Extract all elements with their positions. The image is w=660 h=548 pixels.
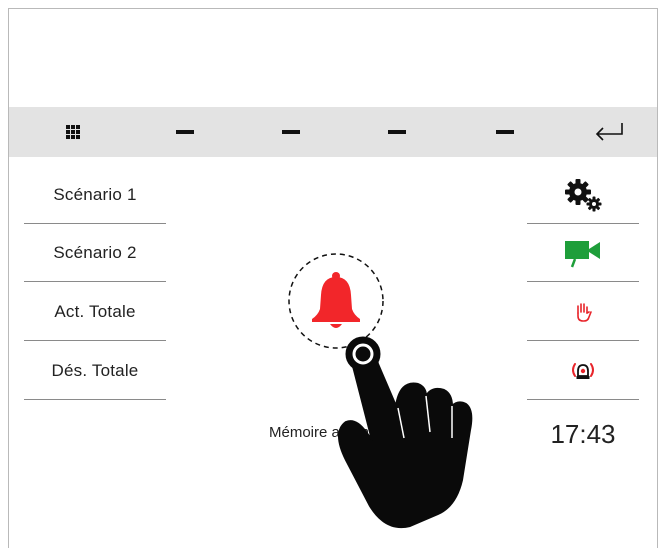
menu-item-label: Scénario 2 [53,242,137,262]
settings-button[interactable] [527,166,639,224]
stop-alarm-button[interactable] [527,283,639,341]
dash-icon [176,130,194,134]
siren-alarm-icon [572,362,594,379]
menu-item-label: Act. Totale [54,301,136,321]
back-button[interactable] [591,107,627,157]
menu-item-label: Scénario 1 [53,184,137,204]
total-activation-button[interactable]: Act. Totale [24,283,166,341]
toolbar-slot-1[interactable] [173,107,197,157]
menu-item-label: Dés. Totale [51,360,139,380]
scenario-2-button[interactable]: Scénario 2 [24,224,166,282]
clock: 17:43 [550,418,616,449]
top-toolbar [9,107,657,157]
toolbar-slot-4[interactable] [493,107,517,157]
grid-menu-button[interactable] [61,107,85,157]
return-arrow-icon [595,123,623,141]
siren-button[interactable] [527,342,639,400]
dash-icon [388,130,406,134]
pointing-hand-icon [338,336,473,528]
scenario-1-button[interactable]: Scénario 1 [24,166,166,224]
grid-icon [66,125,80,139]
settings-gears-icon [565,178,602,211]
toolbar-slot-3[interactable] [385,107,409,157]
total-deactivation-button[interactable]: Dés. Totale [24,342,166,400]
video-camera-icon [565,240,600,267]
dash-icon [282,130,300,134]
video-call-button[interactable] [527,224,639,282]
toolbar-slot-2[interactable] [279,107,303,157]
hand-stop-icon [577,302,592,322]
dash-icon [496,130,514,134]
bell-icon [312,272,360,328]
